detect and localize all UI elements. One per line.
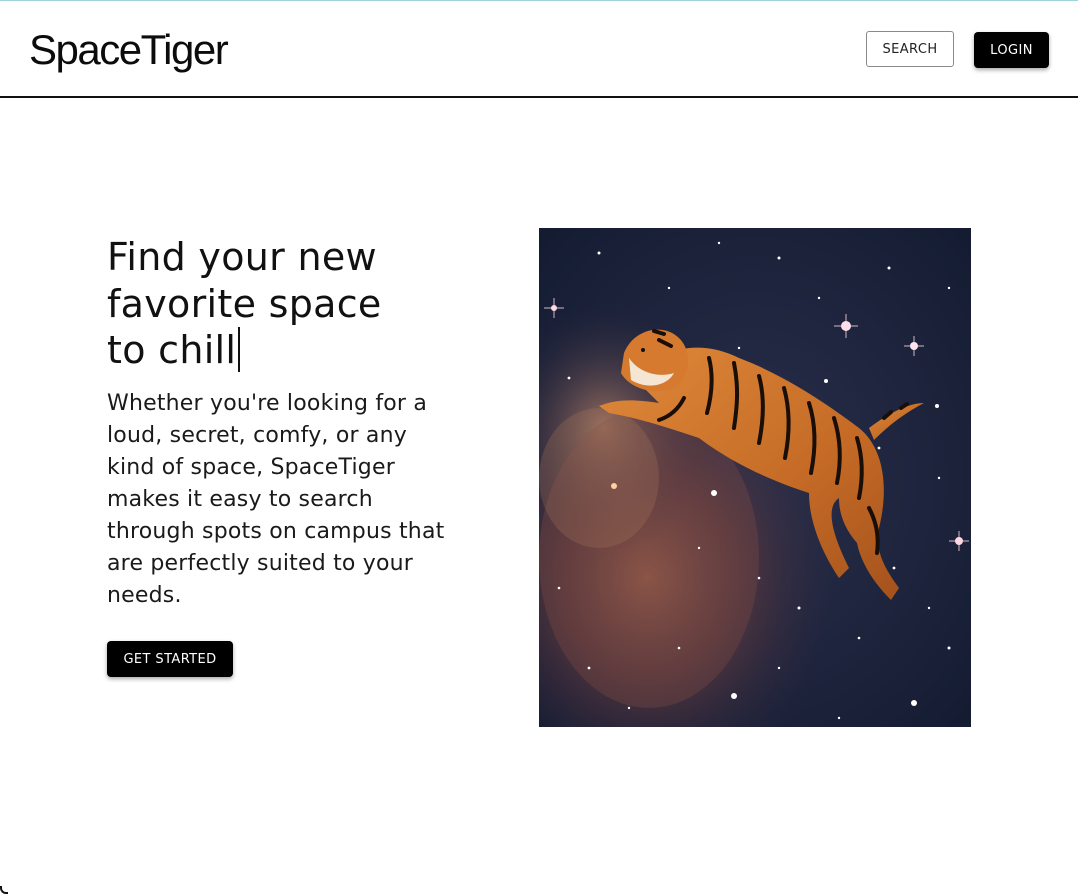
get-started-button[interactable]: GET STARTED <box>107 641 233 677</box>
window-corner <box>0 886 8 894</box>
typing-caret <box>238 327 241 372</box>
search-button[interactable]: SEARCH <box>866 31 954 67</box>
login-button[interactable]: LOGIN <box>974 32 1049 68</box>
hero-description: Whether you're looking for a loud, secre… <box>107 391 445 608</box>
site-header: SpaceTiger SEARCH LOGIN <box>0 1 1078 98</box>
tiger-in-space-image <box>539 228 971 727</box>
hero-title: Find your new favorite space to chill <box>107 234 487 374</box>
hero-title-text: Find your new favorite space to chill <box>107 235 382 372</box>
logo[interactable]: SpaceTiger <box>29 26 229 74</box>
